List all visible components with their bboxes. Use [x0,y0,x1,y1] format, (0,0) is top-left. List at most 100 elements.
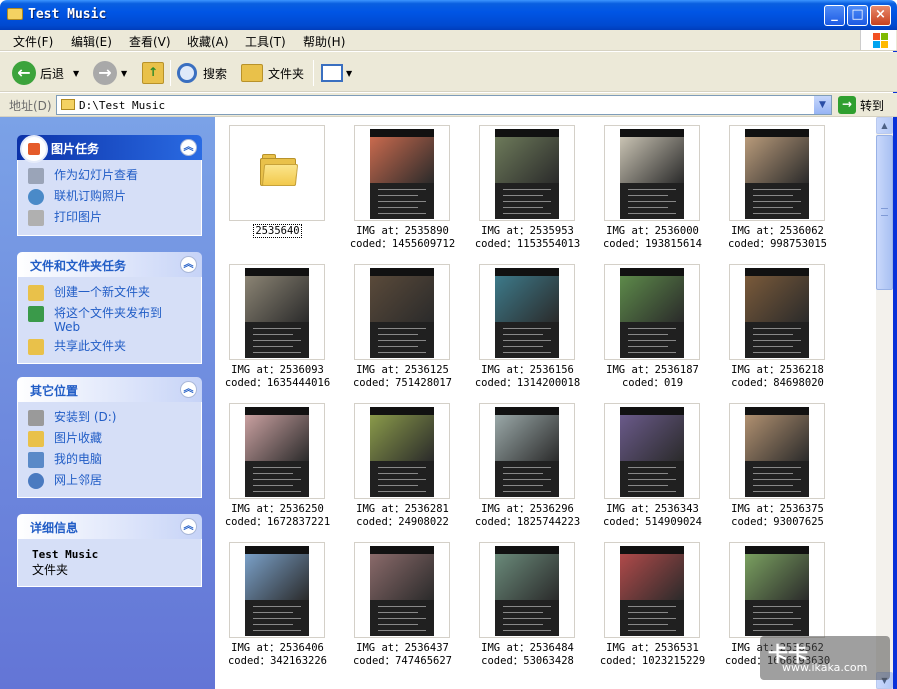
menu-tools[interactable]: 工具(T) [245,33,286,50]
image-code: coded：514909024 [602,516,702,528]
image-item[interactable]: IMG at：2536406 coded：342163226 [215,538,340,678]
image-item[interactable]: IMG at：2536062 coded：998753015 [715,121,840,261]
image-thumbnail [370,407,434,497]
image-item[interactable]: IMG at：2536437 coded：747465627 [340,538,465,678]
up-button[interactable]: ↑ [142,61,164,85]
image-item[interactable]: IMG at：2536187 coded：019 [590,260,715,400]
place-drive-d[interactable]: 安装到 (D:) [28,410,201,426]
chevron-down-icon[interactable]: ▼ [346,69,352,78]
file-tasks-panel: 文件和文件夹任务 ︽ 创建一个新文件夹 将这个文件夹发布到 Web 共享此文件夹 [17,252,202,364]
chevron-down-icon[interactable]: ▼ [73,69,79,78]
up-folder-icon: ↑ [142,62,164,84]
image-item[interactable]: IMG at：2536343 coded：514909024 [590,399,715,539]
address-dropdown-icon[interactable]: ▼ [814,96,831,114]
search-button[interactable]: 搜索 [177,61,227,85]
file-view[interactable]: 2535640 IMG at：2535890 coded：1455609712 IMG… [215,117,876,689]
image-thumbnail [245,407,309,497]
toolbar-separator [313,60,314,86]
image-item[interactable]: IMG at：2536125 coded：751428017 [340,260,465,400]
place-my-pictures[interactable]: 图片收藏 [28,431,201,447]
image-code: coded：1635444016 [224,377,331,389]
item-label: IMG at：2536484 coded：53063428 [465,642,590,668]
item-label: IMG at：2535890 coded：1455609712 [340,225,465,251]
views-button[interactable]: ▼ [321,61,352,85]
scroll-up-icon[interactable]: ▲ [876,117,893,134]
menu-favorites[interactable]: 收藏(A) [187,33,229,50]
image-item[interactable]: IMG at：2536000 coded：193815614 [590,121,715,261]
minimize-button[interactable]: _ [824,5,845,26]
image-code: coded：1672837221 [224,516,331,528]
maximize-button[interactable]: □ [847,5,868,26]
picture-tasks-icon [20,135,48,163]
go-label: 转到 [860,98,885,113]
task-label: 创建一个新文件夹 [54,285,151,299]
image-item[interactable]: IMG at：2536531 coded：1023215229 [590,538,715,678]
image-item[interactable]: IMG at：2536484 coded：53063428 [465,538,590,678]
menu-view[interactable]: 查看(V) [129,33,171,50]
thumbnail-frame [604,125,700,221]
item-label: IMG at：2536187 coded：019 [590,364,715,390]
menu-file[interactable]: 文件(F) [13,33,53,50]
chevron-down-icon[interactable]: ▼ [121,69,127,78]
vertical-scrollbar[interactable]: ▲ ▼ [876,117,893,689]
image-item[interactable]: IMG at：2536281 coded：24908022 [340,399,465,539]
address-path[interactable]: D:\Test Music [79,99,165,112]
folders-button[interactable]: 文件夹 [241,61,304,85]
folder-item[interactable]: 2535640 [215,121,340,261]
place-label: 我的电脑 [54,452,103,466]
thumbnail-frame [354,403,450,499]
close-button[interactable]: × [870,5,891,26]
place-my-computer[interactable]: 我的电脑 [28,452,201,468]
window-border [893,30,897,689]
task-print[interactable]: 打印图片 [28,210,201,226]
image-thumbnail [620,268,684,358]
go-button[interactable]: → 转到 [838,96,884,114]
address-label: 地址(D) [9,99,52,113]
image-thumbnail [370,129,434,219]
image-item[interactable]: IMG at：2536250 coded：1672837221 [215,399,340,539]
scroll-thumb[interactable] [876,135,893,290]
thumbnail-frame [604,403,700,499]
folders-icon [241,64,263,82]
collapse-icon[interactable]: ︽ [180,381,197,398]
image-name: IMG at：2536000 [606,225,699,237]
file-tasks-header[interactable]: 文件和文件夹任务 ︽ [17,252,202,277]
back-button[interactable]: ← 后退 ▼ [12,61,79,85]
task-new-folder[interactable]: 创建一个新文件夹 [28,285,201,301]
image-thumbnail [495,407,559,497]
task-share-folder[interactable]: 共享此文件夹 [28,339,201,355]
thumbnail-frame [229,542,325,638]
image-item[interactable]: IMG at：2536093 coded：1635444016 [215,260,340,400]
printer-icon [28,210,44,226]
image-item[interactable]: IMG at：2536156 coded：1314200018 [465,260,590,400]
image-item[interactable]: IMG at：2536218 coded：84698020 [715,260,840,400]
thumbnail-frame [729,542,825,638]
image-code: coded：1023215229 [599,655,706,667]
window-title: Test Music [28,7,107,22]
image-item[interactable]: IMG at：2535953 coded：1153554013 [465,121,590,261]
thumbnail-frame [354,264,450,360]
toolbar: ← 后退 ▼ → ▼ ↑ 搜索 文件夹 ▼ [0,52,897,92]
collapse-icon[interactable]: ︽ [180,518,197,535]
item-label: IMG at：2536218 coded：84698020 [715,364,840,390]
other-places-header[interactable]: 其它位置 ︽ [17,377,202,402]
image-item[interactable]: IMG at：2536296 coded：1825744223 [465,399,590,539]
menu-edit[interactable]: 编辑(E) [71,33,112,50]
address-input[interactable]: D:\Test Music ▼ [56,95,832,115]
address-bar: 地址(D) D:\Test Music ▼ → 转到 [0,93,897,117]
task-publish-web[interactable]: 将这个文件夹发布到 Web [28,306,201,334]
thumbnail-frame [229,403,325,499]
collapse-icon[interactable]: ︽ [180,139,197,156]
task-slideshow[interactable]: 作为幻灯片查看 [28,168,201,184]
title-bar[interactable]: Test Music _ □ × [0,0,897,30]
forward-button[interactable]: → ▼ [93,61,127,85]
task-order-prints[interactable]: 联机订购照片 [28,189,201,205]
menu-help[interactable]: 帮助(H) [303,33,345,50]
image-item[interactable]: IMG at：2535890 coded：1455609712 [340,121,465,261]
image-item[interactable]: IMG at：2536375 coded：93007625 [715,399,840,539]
details-header[interactable]: 详细信息 ︽ [17,514,202,539]
item-label: IMG at：2536296 coded：1825744223 [465,503,590,529]
picture-tasks-header[interactable]: 图片任务 ︽ [17,135,202,163]
place-network[interactable]: 网上邻居 [28,473,201,489]
collapse-icon[interactable]: ︽ [180,256,197,273]
